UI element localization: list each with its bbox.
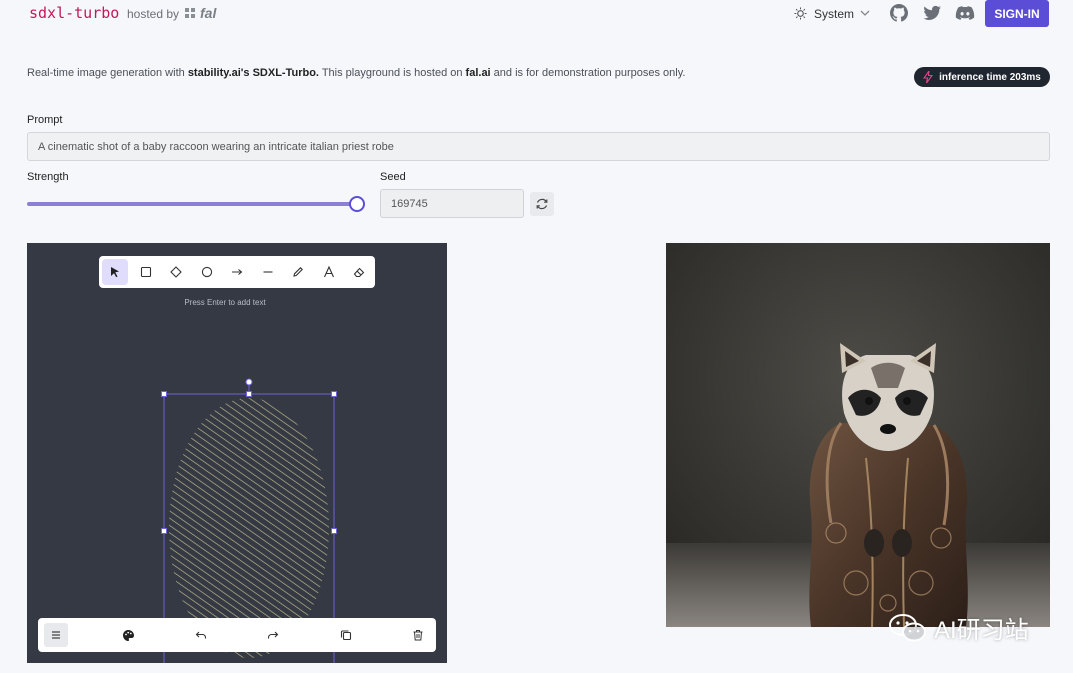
undo-icon [195, 631, 206, 639]
canvas-bottom-bar [38, 618, 436, 652]
diamond-icon [170, 266, 182, 278]
line-icon [263, 271, 272, 273]
resize-handle[interactable] [246, 391, 252, 397]
color-palette-button[interactable] [116, 623, 140, 647]
undo-button[interactable] [189, 623, 213, 647]
resize-handle[interactable] [161, 528, 167, 534]
duplicate-icon [340, 630, 351, 641]
tool-rectangle[interactable] [133, 259, 159, 285]
host-logo-text[interactable]: fal [200, 5, 216, 21]
discord-icon[interactable] [955, 3, 975, 23]
tool-arrow[interactable] [224, 259, 250, 285]
hosted-by-label: hosted by [127, 7, 180, 21]
github-icon[interactable] [889, 3, 909, 23]
eraser-icon [353, 267, 365, 278]
menu-icon [52, 631, 60, 639]
wechat-icon [889, 613, 926, 641]
refresh-icon [536, 198, 548, 210]
model-name: stability.ai's SDXL-Turbo. [187, 67, 319, 79]
sun-icon[interactable] [794, 7, 807, 20]
rectangle-icon [140, 266, 151, 278]
lightning-icon [923, 71, 934, 83]
text-icon [323, 266, 334, 278]
resize-handle[interactable] [161, 391, 167, 397]
resize-handle[interactable] [331, 528, 337, 534]
host-link[interactable]: fal.ai [466, 67, 491, 79]
strength-slider-track[interactable] [27, 202, 356, 206]
resize-handle[interactable] [331, 391, 337, 397]
strength-slider-thumb[interactable] [349, 196, 365, 212]
tool-text[interactable] [316, 259, 342, 285]
select-icon [111, 267, 119, 278]
redo-button[interactable] [261, 623, 285, 647]
sign-in-button[interactable]: SIGN-IN [985, 0, 1049, 27]
prompt-input[interactable]: A cinematic shot of a baby raccoon weari… [27, 132, 1050, 161]
trash-icon [413, 630, 423, 641]
tool-ellipse[interactable] [194, 259, 220, 285]
tool-line[interactable] [255, 259, 281, 285]
duplicate-button[interactable] [334, 623, 358, 647]
generated-image [666, 243, 1050, 627]
inference-time-badge: inference time 203ms [914, 67, 1050, 87]
raccoon-image [666, 243, 1050, 627]
seed-input[interactable]: 169745 [380, 189, 524, 218]
delete-button[interactable] [406, 623, 430, 647]
app-title[interactable]: sdxl-turbo [29, 4, 119, 22]
description-text: Real-time image generation with stabilit… [27, 67, 686, 79]
tool-eraser[interactable] [346, 259, 372, 285]
chevron-down-icon[interactable] [858, 6, 872, 20]
prompt-label: Prompt [27, 114, 63, 126]
arrow-icon [232, 269, 243, 275]
redo-icon [268, 631, 279, 639]
twitter-icon[interactable] [922, 3, 942, 23]
rotate-handle[interactable] [245, 378, 253, 386]
drawing-toolbar [99, 256, 375, 288]
fal-logo-icon [185, 8, 195, 18]
theme-select[interactable]: System [814, 7, 854, 21]
tool-pencil[interactable] [285, 259, 311, 285]
randomize-seed-button[interactable] [530, 192, 554, 216]
palette-icon [122, 629, 134, 641]
seed-label: Seed [380, 171, 406, 183]
drawing-canvas[interactable]: Press Enter to add text [27, 243, 447, 663]
strength-label: Strength [27, 171, 69, 183]
canvas-hint: Press Enter to add text [184, 298, 266, 307]
tool-diamond[interactable] [163, 259, 189, 285]
menu-button[interactable] [44, 623, 68, 647]
tool-select[interactable] [102, 259, 128, 285]
ellipse-icon [201, 266, 212, 278]
pencil-icon [293, 267, 303, 277]
watermark: AI研习站 [888, 610, 1029, 645]
